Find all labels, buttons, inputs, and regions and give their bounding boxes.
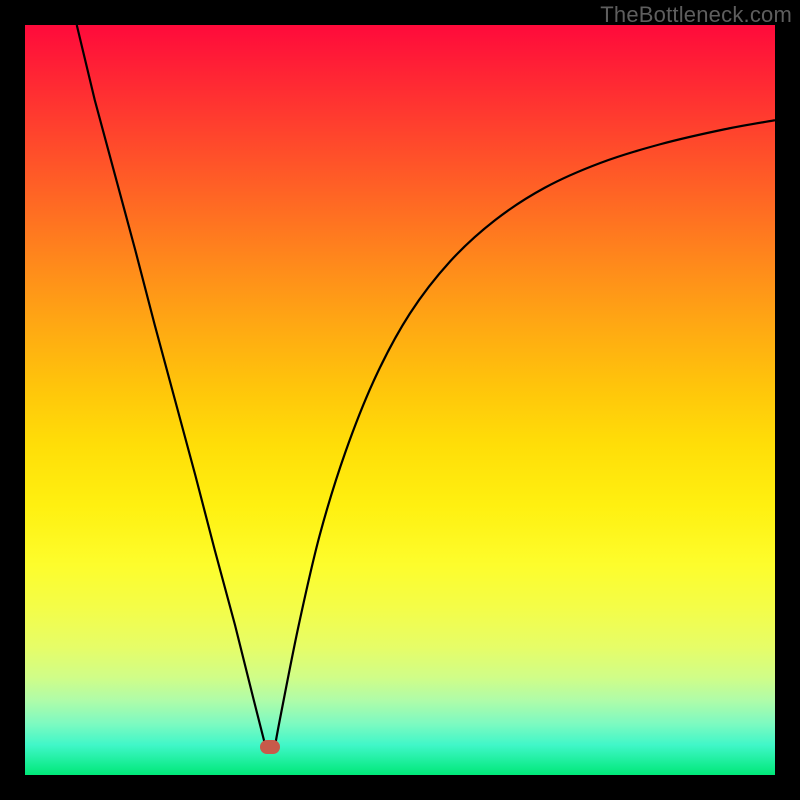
minimum-marker xyxy=(260,740,280,754)
curve-right-branch xyxy=(275,120,775,747)
chart-frame: TheBottleneck.com xyxy=(0,0,800,800)
curve-left-branch xyxy=(77,25,266,747)
curve-layer xyxy=(25,25,775,775)
watermark-text: TheBottleneck.com xyxy=(600,2,792,28)
plot-area xyxy=(25,25,775,775)
